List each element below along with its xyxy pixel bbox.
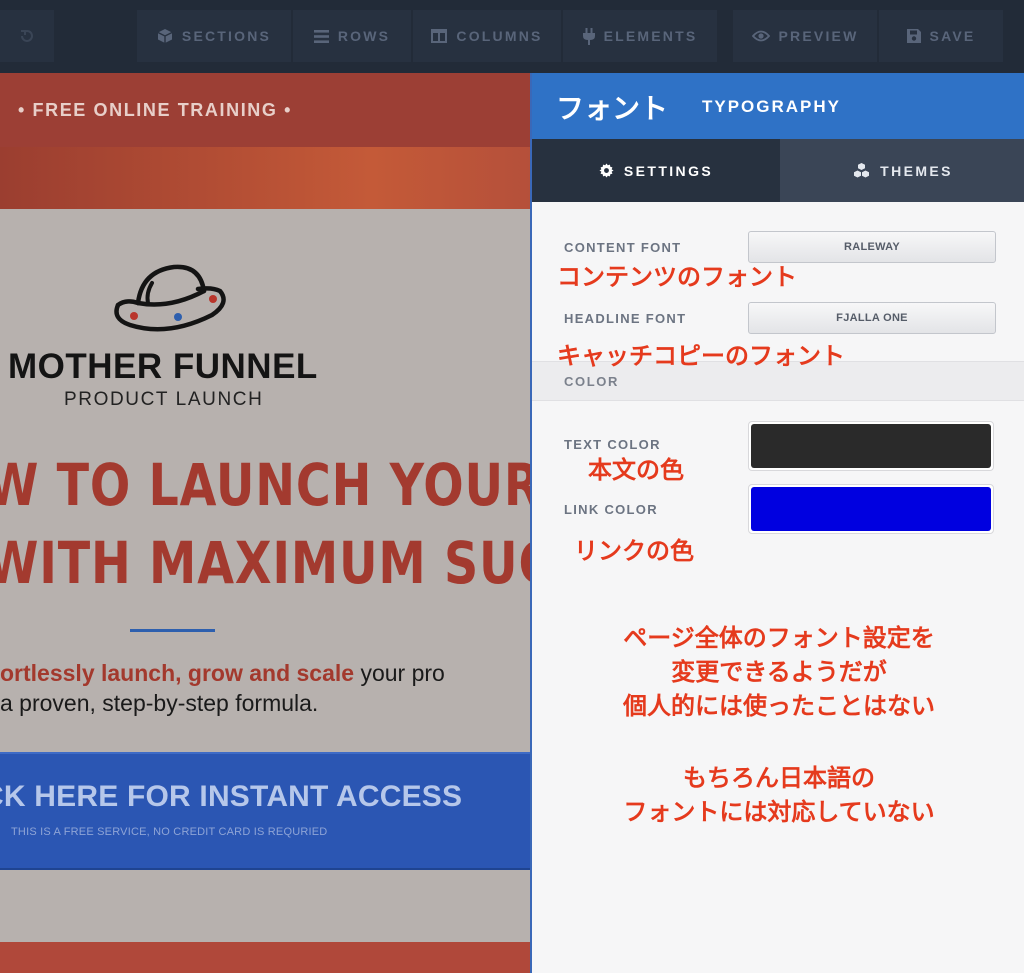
ufo-logo [114,264,226,332]
brand-subtitle: PRODUCT LAUNCH [64,389,264,410]
sections-button[interactable]: SECTIONS [137,10,291,62]
columns-label: COLUMNS [456,28,543,44]
headline-line-1: W TO LAUNCH YOUR NEX [0,451,530,519]
headline[interactable]: W TO LAUNCH YOUR NEX WITH MAXIMUM SUCCES [0,446,530,602]
note-usage-line-2: 変更できるようだが [671,658,887,686]
content-font-annotation: コンテンツのフォント [557,263,797,291]
content-font-label: CONTENT FONT [564,240,682,255]
link-color-fill [751,487,991,531]
sections-label: SECTIONS [181,28,272,44]
headline-font-select[interactable]: FJALLA ONE [748,302,996,334]
link-color-swatch[interactable] [748,484,994,534]
text-color-swatch[interactable] [748,421,994,471]
rows-icon [313,29,329,43]
panel-header: フォント TYPOGRAPHY [532,73,1024,139]
editor-toolbar: SECTIONS ROWS COLUMNS ELEMENTS PREVIEW S… [0,0,1024,73]
sub-headline-rest: your pro [354,660,445,686]
typography-panel: フォント TYPOGRAPHY SETTINGS THEMES CONTENT … [530,73,1024,973]
tab-settings[interactable]: SETTINGS [532,139,780,202]
note-japanese-line-1: もちろん日本語の [683,764,875,792]
save-label: SAVE [929,28,976,44]
panel-tabs: SETTINGS THEMES [532,139,1024,202]
headline-line-2: WITH MAXIMUM SUCCES [0,529,530,597]
hero-background [0,147,530,209]
cta-main-text: CK HERE FOR INSTANT ACCESS [0,780,463,813]
save-button[interactable]: SAVE [879,10,1003,62]
elements-button[interactable]: ELEMENTS [563,10,717,62]
cubes-icon [854,163,870,178]
tab-themes[interactable]: THEMES [780,139,1024,202]
text-color-annotation: 本文の色 [588,456,684,484]
undo-icon [21,29,33,42]
plug-icon [582,27,595,45]
eye-icon [751,30,770,42]
rows-label: ROWS [337,28,391,44]
floppy-disk-icon [906,29,921,43]
tab-themes-label: THEMES [880,162,953,179]
preview-footer-strip [0,942,530,973]
undo-button[interactable] [0,10,54,62]
page-preview[interactable]: • FREE ONLINE TRAINING • MOTHER FUNNEL P… [0,73,530,973]
note-japanese: もちろん日本語の フォントには対応していない [532,761,1024,829]
headline-font-label: HEADLINE FONT [564,311,687,326]
sub-headline-line-2: a proven, step-by-step formula. [0,690,319,716]
color-section-label: COLOR [564,374,619,389]
gear-icon [599,163,614,178]
note-japanese-line-2: フォントには対応していない [623,798,935,826]
rows-button[interactable]: ROWS [293,10,411,62]
cube-icon [157,29,173,43]
columns-icon [431,29,448,43]
preview-top-bar: • FREE ONLINE TRAINING • [0,73,530,147]
note-usage-line-3: 個人的には使ったことはない [623,692,935,720]
note-usage-line-1: ページ全体のフォント設定を [623,624,935,652]
cta-sub-text: THIS IS A FREE SERVICE, NO CREDIT CARD I… [11,826,328,838]
preview-button[interactable]: PREVIEW [733,10,877,62]
preview-label: PREVIEW [778,28,859,44]
top-bar-text: • FREE ONLINE TRAINING • [18,99,293,120]
sub-headline-emphasis: ortlessly launch, grow and scale [0,660,355,686]
link-color-label: LINK COLOR [564,502,658,517]
elements-label: ELEMENTS [603,28,698,44]
link-color-annotation: リンクの色 [574,537,694,565]
note-usage: ページ全体のフォント設定を 変更できるようだが 個人的には使ったことはない [532,621,1024,723]
cta-button[interactable]: CK HERE FOR INSTANT ACCESS THIS IS A FRE… [0,752,530,870]
headline-divider [130,629,215,632]
panel-title-jp-annotation: フォント [556,92,669,125]
sub-headline[interactable]: ortlessly launch, grow and scale your pr… [0,658,530,718]
columns-button[interactable]: COLUMNS [413,10,561,62]
text-color-fill [751,424,991,468]
tab-settings-label: SETTINGS [623,162,714,179]
headline-font-annotation: キャッチコピーのフォント [557,342,845,370]
brand-title: MOTHER FUNNEL [8,347,318,386]
panel-title: TYPOGRAPHY [702,97,842,116]
